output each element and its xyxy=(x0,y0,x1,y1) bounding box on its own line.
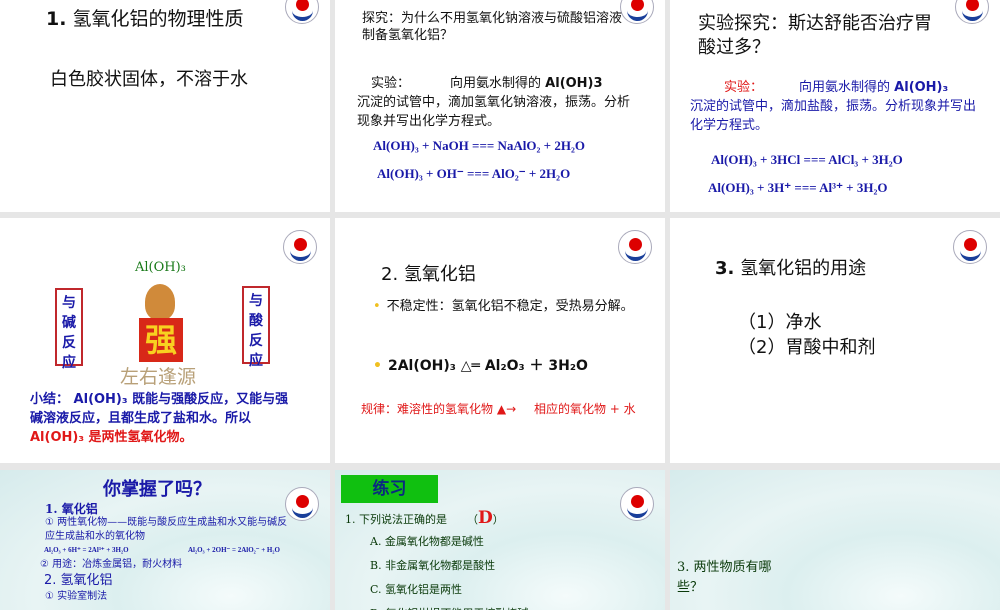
option-b: B. 非金属氧化物都是酸性 xyxy=(370,559,496,572)
question-text: 探究：为什么不用氢氧化钠溶液与硫酸铝溶液制备氢氧化铝？ xyxy=(362,11,623,43)
options-list: A. 金属氧化物都是碱性 B. 非金属氧化物都是酸性 C. 氢氧化铝是两性 D.… xyxy=(370,530,528,610)
acid-reaction-box: 与酸反应 xyxy=(242,286,270,369)
uses-list: （1）净水 （2）胃酸中和剂 xyxy=(738,310,875,360)
paragraph: ① 两性氧化物——既能与酸反应生成盐和水又能与碱反应生成盐和水的氧化物 xyxy=(45,517,288,542)
equation-1: Al(OH)₃ + NaOH === NaAlO₂ + 2H₂O xyxy=(373,138,585,153)
equation-1: Al₂O₃ + 6H⁺ = 2Al³⁺ + 3H₂O xyxy=(44,546,129,554)
option-d: D. 氧化铝坩埚不能用于熔融烧碱 xyxy=(370,602,528,610)
slide-6[interactable]: 3. 氢氧化铝的用途 （1）净水 （2）胃酸中和剂 xyxy=(670,218,1000,463)
practice-badge: 练习 xyxy=(341,475,438,503)
slide-title: 3. 氢氧化铝的用途 xyxy=(715,258,867,279)
school-logo xyxy=(955,0,989,24)
slide-4[interactable]: Al(OH)₃ 与碱反应 与酸反应 强 左右逢源 小结： Al(OH)₃ 既能与… xyxy=(0,218,330,463)
heading-1: 1. 氧化铝 xyxy=(45,502,98,516)
slide-9[interactable]: 3. 两性物质有哪些？ xyxy=(670,470,1000,610)
slide-body: 白色胶状固体，不溶于水 xyxy=(50,69,248,90)
slide-5[interactable]: 2. 氢氧化铝 • 不稳定性：氢氧化铝不稳定，受热易分解。 • 2Al(OH)₃ △… xyxy=(335,218,665,463)
equation-2: Al(OH)₃ + 3H⁺ === Al³⁺ + 3H₂O xyxy=(708,180,888,195)
slide-title: 实验探究：斯达舒能否治疗胃酸过多？ xyxy=(698,13,932,58)
cartoon-character-icon xyxy=(145,284,175,320)
option-c: C. 氢氧化铝是两性 xyxy=(370,583,463,596)
slide-8[interactable]: 练习 1. 下列说法正确的是 （D） A. 金属氧化物都是碱性 B. 非金属氧化物… xyxy=(335,470,665,610)
school-logo xyxy=(620,487,654,521)
base-reaction-box: 与碱反应 xyxy=(55,288,83,371)
school-logo xyxy=(285,0,319,24)
bullet-1: • 不稳定性：氢氧化铝不稳定，受热易分解。 xyxy=(373,299,634,314)
answer: D xyxy=(478,508,493,528)
slide-7[interactable]: 你掌握了吗？ 1. 氧化铝 ① 两性氧化物——既能与酸反应生成盐和水又能与碱反应… xyxy=(0,470,330,610)
caption: 左右逢源 xyxy=(120,366,197,388)
slide-title: 你掌握了吗？ xyxy=(103,479,211,500)
equation-2: Al(OH)₃ + OH⁻ === AlO₂⁻ + 2H₂O xyxy=(377,166,571,181)
experiment-text: 实验： 向用氨水制得的 Al(OH)₃ 沉淀的试管中，滴加盐酸，振荡。分析现象并写出… xyxy=(690,80,977,133)
equation-2: Al₂O₃ + 2OH⁻ = 2AlO₂⁻ + H₂O xyxy=(188,546,280,554)
list-item: （2）胃酸中和剂 xyxy=(738,337,876,358)
rule-text: 规律：难溶性的氢氧化物 ▲→ 相应的氧化物 + 水 xyxy=(361,402,636,416)
question: 1. 下列说法正确的是 （D） xyxy=(345,508,504,528)
school-logo xyxy=(618,230,652,264)
arrow-icon: ▲→ xyxy=(496,402,517,416)
option-a: A. 金属氧化物都是碱性 xyxy=(370,535,484,548)
slide-3[interactable]: 实验探究：斯达舒能否治疗胃酸过多？ 实验： 向用氨水制得的 Al(OH)₃ 沉淀的试… xyxy=(670,0,1000,212)
formula-label: Al(OH)₃ xyxy=(135,260,186,275)
question: 3. 两性物质有哪些？ xyxy=(677,560,772,595)
bullet-2: • 2Al(OH)₃ △═ Al₂O₃ ＋ 3H₂O xyxy=(373,358,588,374)
slide-2[interactable]: 探究：为什么不用氢氧化钠溶液与硫酸铝溶液制备氢氧化铝？ 实验： 向用氨水制得的 A… xyxy=(335,0,665,212)
list-item: （1）净水 xyxy=(738,312,822,333)
slide-1[interactable]: 1. 氢氧化铝的物理性质 白色胶状固体，不溶于水 xyxy=(0,0,330,212)
heading-2: 2. 氢氧化铝 xyxy=(44,573,113,588)
paragraph: ② 用途：冶炼金属铝，耐火材料 xyxy=(40,559,183,570)
school-logo xyxy=(283,230,317,264)
summary: 小结： Al(OH)₃ 既能与强酸反应，又能与强碱溶液反应，且都生成了盐和水。所… xyxy=(30,392,289,445)
slide-title: 2. 氢氧化铝 xyxy=(381,264,476,285)
school-logo xyxy=(953,230,987,264)
strong-badge: 强 xyxy=(139,318,183,362)
equation-1: Al(OH)₃ + 3HCl === AlCl₃ + 3H₂O xyxy=(711,152,903,167)
experiment-text: 实验： 向用氨水制得的 Al(OH)3 沉淀的试管中，滴加氢氧化钠溶液，振荡。分析现… xyxy=(357,76,631,129)
slide-title: 1. 氢氧化铝的物理性质 xyxy=(46,8,244,30)
school-logo xyxy=(620,0,654,24)
